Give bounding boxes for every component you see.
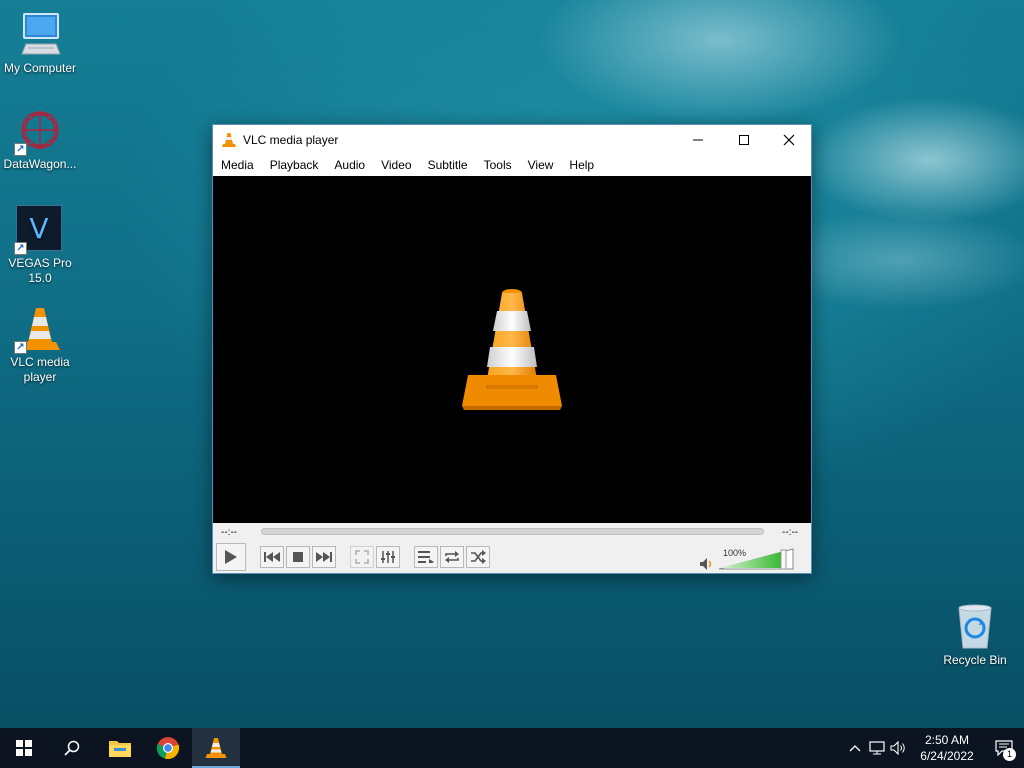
fullscreen-button[interactable]	[350, 546, 374, 568]
shortcut-arrow-icon: ↗	[14, 341, 27, 354]
next-button[interactable]	[312, 546, 336, 568]
extended-settings-button[interactable]	[376, 546, 400, 568]
remaining-time: --:--	[782, 527, 799, 538]
menu-playback[interactable]: Playback	[262, 154, 327, 176]
close-icon	[783, 134, 795, 145]
play-button[interactable]	[216, 543, 246, 571]
play-icon	[225, 550, 237, 564]
clock-date: 6/24/2022	[920, 749, 974, 763]
playlist-icon	[418, 551, 434, 563]
volume-slider[interactable]	[719, 548, 795, 570]
desktop-icon-recycle-bin[interactable]: Recycle Bin	[935, 602, 1015, 668]
desktop-icon-label: DataWagon...	[3, 157, 77, 171]
desktop-icon-my-computer[interactable]: My Computer	[0, 10, 80, 76]
taskbar: 2:50 AM 6/24/2022 1	[0, 728, 1024, 768]
playlist-button[interactable]	[414, 546, 438, 568]
vlc-cone-icon	[205, 738, 227, 758]
volume-icon	[890, 741, 905, 755]
menu-view[interactable]: View	[520, 154, 562, 176]
elapsed-time: --:--	[221, 527, 238, 538]
desktop-icon-label: VEGAS Pro 15.0	[8, 256, 72, 285]
notification-badge: 1	[1003, 748, 1016, 761]
show-hidden-icons-button[interactable]	[844, 728, 866, 768]
network-button[interactable]	[866, 728, 888, 768]
vlc-cone-icon	[222, 132, 236, 147]
vlc-cone-logo-icon	[462, 288, 562, 410]
stop-button[interactable]	[286, 546, 310, 568]
title-bar[interactable]: VLC media player	[213, 125, 811, 154]
minimize-button[interactable]	[675, 125, 721, 154]
action-center-button[interactable]: 1	[984, 728, 1024, 768]
desktop-icon-vlc[interactable]: ↗ VLC media player	[0, 304, 80, 385]
windows-logo-icon	[16, 740, 32, 756]
desktop-icon-label: Recycle Bin	[943, 653, 1007, 667]
start-button[interactable]	[0, 728, 48, 768]
system-tray: 2:50 AM 6/24/2022 1	[844, 728, 1024, 768]
computer-icon	[16, 10, 64, 58]
taskbar-vlc[interactable]	[192, 728, 240, 768]
shortcut-arrow-icon: ↗	[14, 143, 27, 156]
desktop-icon-label: VLC media player	[10, 355, 70, 384]
loop-button[interactable]	[440, 546, 464, 568]
shuffle-icon	[471, 550, 486, 564]
menu-audio[interactable]: Audio	[326, 154, 373, 176]
video-display[interactable]	[213, 176, 811, 523]
loop-icon	[445, 551, 459, 563]
menu-media[interactable]: Media	[213, 154, 262, 176]
vlc-window[interactable]: VLC media player Media Playback Audio Vi…	[212, 124, 812, 574]
chevron-up-icon	[849, 745, 861, 752]
volume-handle[interactable]	[780, 549, 787, 570]
clock-time: 2:50 AM	[924, 733, 970, 747]
menu-video[interactable]: Video	[373, 154, 419, 176]
vegas-pro-icon: V ↗	[14, 205, 64, 255]
previous-button[interactable]	[260, 546, 284, 568]
desktop-icon-label: My Computer	[3, 61, 77, 75]
minimize-icon	[693, 139, 703, 140]
menu-help[interactable]: Help	[561, 154, 602, 176]
equalizer-icon	[381, 551, 395, 563]
vlc-cone-icon: ↗	[14, 304, 64, 354]
maximize-button[interactable]	[721, 125, 767, 154]
fullscreen-icon	[355, 550, 369, 564]
clock[interactable]: 2:50 AM 6/24/2022	[910, 732, 984, 764]
stop-icon	[293, 552, 303, 562]
shortcut-arrow-icon: ↗	[14, 242, 27, 255]
maximize-icon	[739, 134, 749, 145]
volume-tray-button[interactable]	[888, 728, 910, 768]
previous-icon	[264, 552, 280, 562]
recycle-bin-icon	[951, 602, 999, 650]
search-icon	[64, 740, 80, 756]
speaker-icon[interactable]	[700, 558, 714, 570]
taskbar-chrome[interactable]	[144, 728, 192, 768]
control-bar: --:-- --:-- 100%	[213, 523, 811, 573]
menu-bar: Media Playback Audio Video Subtitle Tool…	[213, 154, 811, 176]
network-icon	[869, 741, 885, 755]
datawagon-icon: ↗	[14, 106, 64, 156]
next-icon	[316, 552, 332, 562]
desktop-icon-datawagon[interactable]: ↗ DataWagon...	[0, 106, 80, 172]
menu-subtitle[interactable]: Subtitle	[420, 154, 476, 176]
seek-slider[interactable]	[261, 528, 764, 535]
folder-icon	[109, 741, 131, 757]
close-button[interactable]	[766, 125, 812, 154]
search-button[interactable]	[48, 728, 96, 768]
taskbar-file-explorer[interactable]	[96, 728, 144, 768]
shuffle-button[interactable]	[466, 546, 490, 568]
window-title: VLC media player	[243, 132, 339, 147]
chrome-icon	[156, 737, 180, 760]
menu-tools[interactable]: Tools	[476, 154, 520, 176]
desktop-icon-vegas-pro[interactable]: V ↗ VEGAS Pro 15.0	[0, 205, 80, 286]
